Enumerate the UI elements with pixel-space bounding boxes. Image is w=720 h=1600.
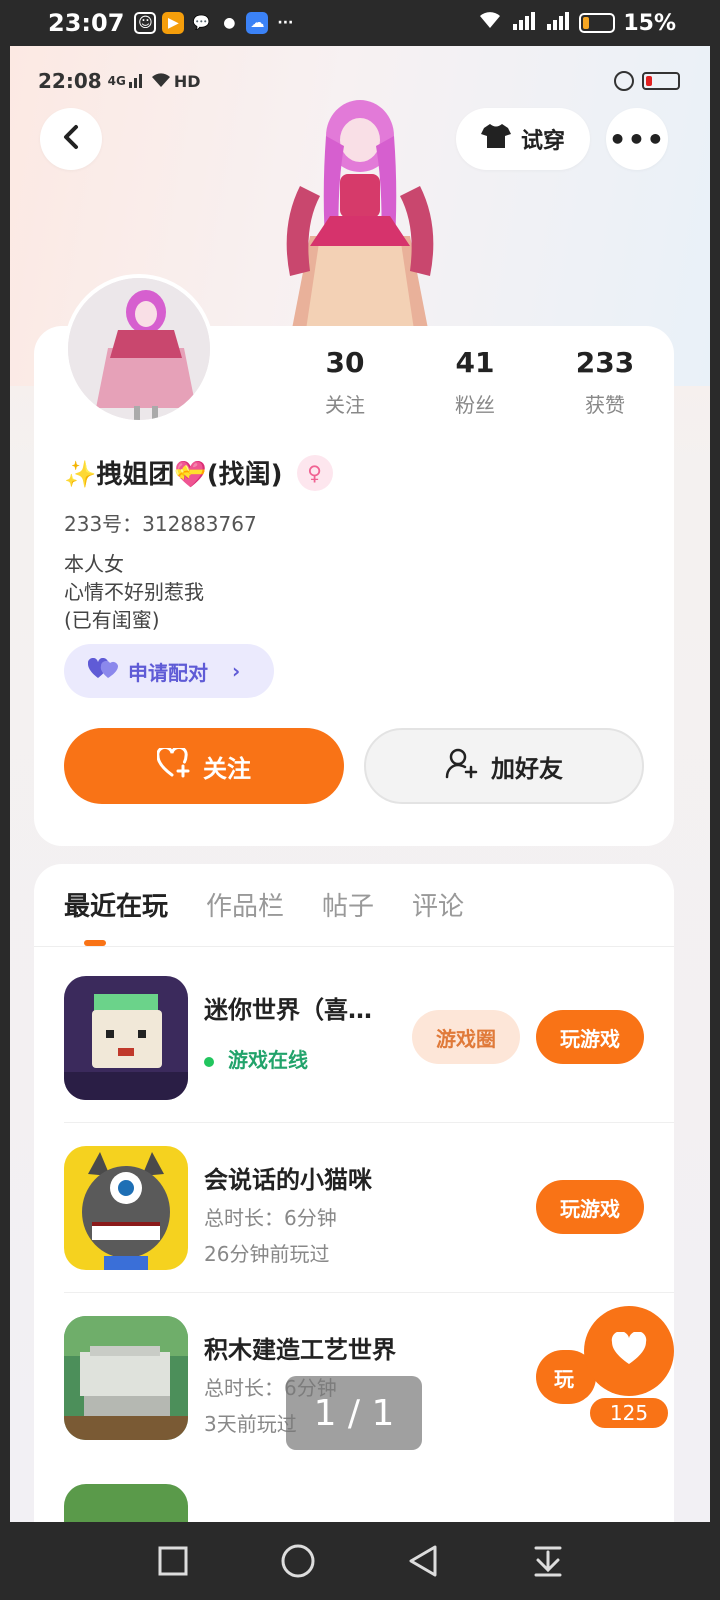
- inner-wifi-icon: [150, 69, 172, 93]
- nickname-text: ✨拽姐团💝(找闺): [64, 460, 283, 490]
- tab-works[interactable]: 作品栏: [206, 886, 284, 923]
- bio-line: (已有闺蜜): [64, 608, 160, 632]
- like-count: 125: [588, 1396, 670, 1430]
- rotation-lock-icon: [614, 71, 634, 91]
- message-icon: ●: [223, 15, 236, 31]
- recents-button[interactable]: [153, 1541, 193, 1581]
- battery-icon: [579, 13, 616, 33]
- follow-label: 关注: [203, 754, 251, 783]
- bio: 本人女 心情不好别惹我 (已有闺蜜): [64, 550, 204, 634]
- stat-followers-value: 41: [455, 346, 495, 379]
- game-last-played: 3天前玩过: [204, 1412, 297, 1436]
- home-button[interactable]: [278, 1541, 318, 1581]
- inner-hd-label: HD: [173, 71, 201, 91]
- back-button[interactable]: [40, 108, 102, 170]
- twin-heart-icon: [87, 657, 118, 685]
- bio-line: 本人女: [64, 552, 124, 576]
- game-icon-block-craft: [64, 1316, 188, 1440]
- game-duration: 总时长：6分钟: [204, 1206, 337, 1230]
- female-icon: ♀: [296, 454, 333, 491]
- play-game-button[interactable]: 玩游戏: [536, 1180, 644, 1234]
- back-nav-button[interactable]: [403, 1541, 443, 1581]
- online-status-text: 游戏在线: [228, 1048, 308, 1072]
- apply-pair-label: 申请配对: [128, 660, 208, 685]
- app-notification-icon: ☺: [134, 12, 157, 34]
- inner-status-bar: 22:08 4G HD: [38, 68, 680, 94]
- heart-icon: [610, 1331, 648, 1370]
- inner-signal-icon: [128, 69, 146, 93]
- game-online-status: 游戏在线: [204, 1044, 308, 1073]
- stat-following-label: 关注: [325, 393, 365, 417]
- stat-likes[interactable]: 233 获赞: [540, 346, 670, 418]
- add-friend-label: 加好友: [491, 754, 563, 783]
- chevron-left-icon: [61, 124, 81, 154]
- tab-bar: 最近在玩 作品栏 帖子 评论: [64, 886, 464, 923]
- stat-followers[interactable]: 41 粉丝: [410, 346, 540, 418]
- signal-icon-2: [545, 10, 571, 36]
- wifi-icon: [477, 10, 503, 36]
- wechat-icon: 💬: [192, 15, 211, 31]
- avatar[interactable]: [64, 274, 214, 424]
- user-id: 233号：312883767: [64, 512, 257, 536]
- stat-likes-label: 获赞: [585, 393, 625, 417]
- game-icon-partial: [64, 1484, 188, 1522]
- more-dots-icon: •••: [608, 122, 666, 156]
- add-friend-button[interactable]: 加好友: [364, 728, 644, 804]
- more-button[interactable]: •••: [606, 108, 668, 170]
- inner-battery-icon: [642, 72, 680, 90]
- row-divider: [64, 1122, 674, 1123]
- apply-pair-button[interactable]: 申请配对 ›: [64, 644, 274, 698]
- inner-network-label: 4G: [107, 74, 126, 88]
- inner-status-time: 22:08: [38, 69, 102, 93]
- chevron-right-icon: ›: [232, 659, 241, 683]
- row-divider: [64, 1292, 674, 1293]
- game-row[interactable]: 会说话的小猫咪 总时长：6分钟 26分钟前玩过 玩游戏: [64, 1146, 664, 1270]
- heart-plus-icon: [156, 745, 191, 784]
- tab-posts[interactable]: 帖子: [322, 886, 374, 923]
- game-icon-talking-cat: [64, 1146, 188, 1270]
- stat-following[interactable]: 30 关注: [280, 346, 410, 418]
- tabs-divider: [34, 946, 674, 947]
- stat-likes-value: 233: [575, 346, 635, 379]
- game-title: 积木建造工艺世界: [204, 1336, 396, 1364]
- signal-icon: [511, 10, 537, 36]
- add-user-icon: [445, 747, 479, 785]
- game-title: 会说话的小猫咪: [204, 1166, 372, 1194]
- page-indicator: 1 / 1: [286, 1376, 422, 1450]
- tab-recently-played[interactable]: 最近在玩: [64, 886, 168, 923]
- tab-comments[interactable]: 评论: [412, 886, 464, 923]
- app-screen: 22:08 4G HD 试穿 ••• 30 关注 41 粉丝 233 获赞 ✨拽…: [10, 46, 710, 1522]
- game-icon-mini-world: [64, 976, 188, 1100]
- game-title: 迷你世界（喜…: [204, 996, 372, 1024]
- game-row[interactable]: 迷你世界（喜… 游戏在线 游戏圈 玩游戏: [64, 976, 664, 1100]
- more-notifications-icon: ···: [277, 15, 294, 31]
- online-dot-icon: [204, 1056, 214, 1067]
- stat-followers-label: 粉丝: [455, 393, 495, 417]
- profile-stats: 30 关注 41 粉丝 233 获赞: [280, 346, 670, 418]
- game-circle-button[interactable]: 游戏圈: [412, 1010, 520, 1064]
- stat-following-value: 30: [325, 346, 365, 379]
- bio-line: 心情不好别惹我: [64, 580, 204, 604]
- system-status-bar: 23:07 ☺ ▶ 💬 ● ☁ ··· 15%: [0, 0, 720, 46]
- follow-button[interactable]: 关注: [64, 728, 344, 804]
- play-game-button[interactable]: 玩游戏: [536, 1010, 644, 1064]
- nickname: ✨拽姐团💝(找闺) ♀: [64, 454, 333, 491]
- video-app-icon: ▶: [162, 12, 185, 34]
- cloud-app-icon: ☁: [246, 12, 269, 34]
- tshirt-icon: [480, 123, 511, 155]
- status-time: 23:07: [48, 9, 125, 37]
- system-nav-bar: [0, 1522, 720, 1600]
- game-last-played: 26分钟前玩过: [204, 1242, 330, 1266]
- try-on-label: 试穿: [520, 129, 565, 154]
- like-button[interactable]: [584, 1306, 674, 1396]
- try-on-button[interactable]: 试穿: [456, 108, 590, 170]
- notification-shade-button[interactable]: [528, 1541, 568, 1581]
- battery-percent: 15%: [623, 10, 676, 36]
